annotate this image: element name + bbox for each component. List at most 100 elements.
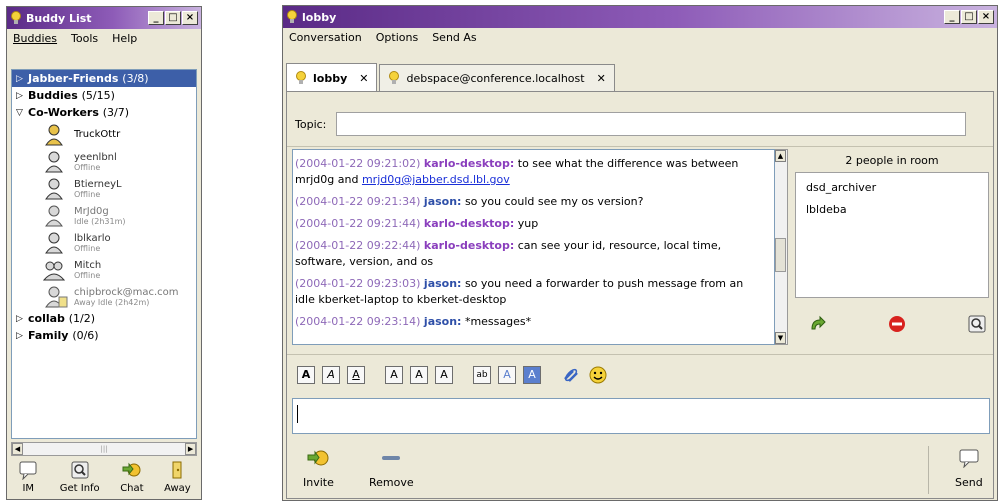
close-tab-icon[interactable]: ✕ <box>359 72 368 85</box>
rejoin-arrow-icon[interactable] <box>807 314 827 334</box>
close-button[interactable]: × <box>182 11 198 25</box>
insert-link-icon[interactable] <box>561 365 581 385</box>
send-button[interactable]: Send <box>955 448 983 489</box>
buddy-action-bar: IM Get Info Chat Away <box>7 460 201 494</box>
send-icon <box>959 449 979 468</box>
buddy-list-titlebar[interactable]: Buddy List _ □ × <box>7 7 201 29</box>
text-bigger-button[interactable]: A <box>385 366 403 384</box>
im-button[interactable]: IM <box>17 460 39 494</box>
expand-arrow-icon[interactable]: ▷ <box>16 331 28 341</box>
chat-scrollbar[interactable]: ▲ ▼ <box>775 149 788 345</box>
group-co-workers[interactable]: ▽ Co-Workers (3/7) <box>12 104 196 121</box>
minimize-button[interactable]: _ <box>944 10 960 24</box>
scroll-thumb[interactable]: ||| <box>23 445 185 453</box>
close-tab-icon[interactable]: ✕ <box>597 72 606 85</box>
buddy-item[interactable]: lblkarlo Offline <box>12 229 196 256</box>
text-smaller-button[interactable]: A <box>435 366 453 384</box>
text-normal-button[interactable]: A <box>410 366 428 384</box>
italic-button[interactable]: A <box>322 366 340 384</box>
bulb-icon <box>389 71 400 84</box>
buddy-item[interactable]: MrJd0g Idle (2h31m) <box>12 202 196 229</box>
offline-user-icon <box>45 178 63 199</box>
group-user-icon <box>42 261 66 280</box>
tab-lobby[interactable]: lobby ✕ <box>286 63 378 92</box>
font-face-button[interactable]: ab <box>473 366 491 384</box>
email-link[interactable]: mrjd0g@jabber.dsd.lbl.gov <box>362 173 510 186</box>
menu-options[interactable]: Options <box>376 31 418 44</box>
topic-input[interactable] <box>336 112 967 136</box>
group-buddies[interactable]: ▷ Buddies (5/15) <box>12 87 196 104</box>
get-info-icon <box>71 461 89 479</box>
away-icon <box>172 461 182 479</box>
chat-button[interactable]: Chat <box>120 460 144 494</box>
buddy-menubar: Buddies Tools Help <box>7 29 201 48</box>
member-item[interactable]: dsd_archiver <box>806 181 988 203</box>
menu-conversation[interactable]: Conversation <box>289 31 362 44</box>
buddy-list-window: Buddy List _ □ × Buddies Tools Help ▷ Ja… <box>6 6 202 500</box>
group-collab[interactable]: ▷ collab (1/2) <box>12 310 196 327</box>
tab-debspace[interactable]: debspace@conference.localhost ✕ <box>379 64 615 91</box>
message-input[interactable] <box>292 398 990 434</box>
buddy-item[interactable]: BtierneyL Offline <box>12 175 196 202</box>
expand-arrow-icon[interactable]: ▷ <box>16 314 28 324</box>
scroll-up-button[interactable]: ▲ <box>775 150 786 162</box>
lobby-titlebar[interactable]: lobby _ □ × <box>283 6 997 28</box>
scroll-left-button[interactable]: ◀ <box>12 443 23 455</box>
menu-send-as[interactable]: Send As <box>432 31 476 44</box>
user-info-icon[interactable] <box>967 314 987 334</box>
room-occupancy: 2 people in room <box>845 154 939 167</box>
divider <box>928 446 929 494</box>
chat-message: (2004-01-22 09:23:03) jason: so you need… <box>295 277 744 306</box>
minimize-button[interactable]: _ <box>148 11 164 25</box>
buddy-tree[interactable]: ▷ Jabber-Friends (3/8) ▷ Buddies (5/15) … <box>11 69 197 439</box>
expand-arrow-icon[interactable]: ▷ <box>16 91 28 101</box>
scroll-right-button[interactable]: ▶ <box>185 443 197 455</box>
conversation-tabs: lobby ✕ debspace@conference.localhost ✕ <box>286 63 615 92</box>
lobby-menubar: Conversation Options Send As <box>283 28 997 47</box>
topic-label: Topic: <box>295 117 327 131</box>
menu-help[interactable]: Help <box>112 32 137 45</box>
chat-message: (2004-01-22 09:23:14) jason: *messages* <box>295 315 532 328</box>
invite-button[interactable]: Invite <box>303 448 334 489</box>
chat-log[interactable]: (2004-01-22 09:21:02) karlo-desktop: to … <box>292 149 775 345</box>
close-button[interactable]: × <box>978 10 994 24</box>
expand-arrow-icon[interactable]: ▷ <box>16 74 28 84</box>
menu-tools[interactable]: Tools <box>71 32 98 45</box>
foreground-color-button[interactable]: A <box>498 366 516 384</box>
underline-button[interactable]: A <box>347 366 365 384</box>
away-button[interactable]: Away <box>164 460 191 494</box>
scroll-down-button[interactable]: ▼ <box>775 332 786 344</box>
buddy-horizontal-scrollbar[interactable]: ◀ ||| ▶ <box>11 442 197 456</box>
buddy-item[interactable]: yeenlbnl Offline <box>12 148 196 175</box>
buddy-list-title: Buddy List <box>26 11 92 25</box>
background-color-button[interactable]: A <box>523 366 541 384</box>
bulb-icon <box>287 10 297 23</box>
block-user-icon[interactable] <box>887 314 907 334</box>
chat-message: (2004-01-22 09:21:44) karlo-desktop: yup <box>295 217 539 230</box>
remove-icon <box>382 456 401 460</box>
buddy-item[interactable]: TruckOttr <box>12 121 196 148</box>
lobby-window: lobby _ □ × Conversation Options Send As… <box>282 5 998 501</box>
im-icon <box>19 461 37 480</box>
get-info-button[interactable]: Get Info <box>60 460 100 494</box>
smiley-icon[interactable] <box>588 365 608 385</box>
group-jabber-friends[interactable]: ▷ Jabber-Friends (3/8) <box>12 70 196 87</box>
maximize-button[interactable]: □ <box>961 10 977 24</box>
bulb-icon <box>11 11 21 24</box>
collapse-arrow-icon[interactable]: ▽ <box>16 108 28 118</box>
group-family[interactable]: ▷ Family (0/6) <box>12 327 196 344</box>
chat-message: (2004-01-22 09:22:44) karlo-desktop: can… <box>295 239 722 268</box>
member-item[interactable]: lbldeba <box>806 203 988 225</box>
remove-button[interactable]: Remove <box>369 448 414 489</box>
maximize-button[interactable]: □ <box>165 11 181 25</box>
bold-button[interactable]: A <box>297 366 315 384</box>
tab-panel: Topic: (2004-01-22 09:21:02) karlo-deskt… <box>286 91 994 499</box>
room-member-list[interactable]: dsd_archiver lbldeba <box>795 172 989 298</box>
lobby-title: lobby <box>302 10 337 24</box>
buddy-item[interactable]: chipbrock@mac.com Away Idle (2h42m) <box>12 283 196 310</box>
format-toolbar: A A A A A A ab A A <box>297 365 608 385</box>
menu-buddies[interactable]: Buddies <box>13 32 57 45</box>
divider <box>287 146 993 147</box>
scroll-thumb[interactable] <box>775 238 786 272</box>
buddy-item[interactable]: Mitch Offline <box>12 256 196 283</box>
